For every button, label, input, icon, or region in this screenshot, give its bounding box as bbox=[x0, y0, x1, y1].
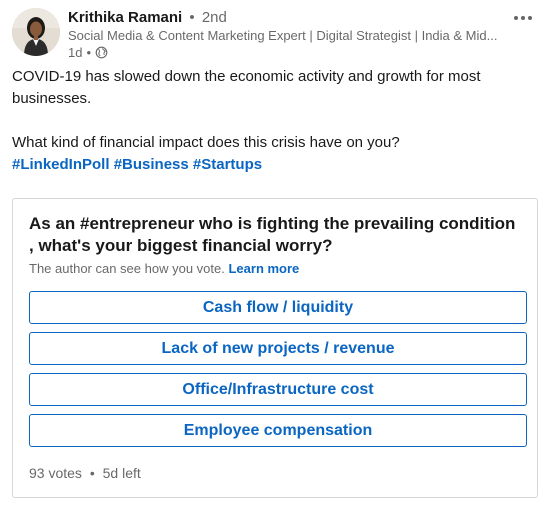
post-paragraph-2: What kind of financial impact does this … bbox=[12, 134, 400, 151]
post-header: Krithika Ramani • 2nd Social Media & Con… bbox=[12, 8, 538, 60]
learn-more-link[interactable]: Learn more bbox=[228, 261, 299, 276]
feed-post: Krithika Ramani • 2nd Social Media & Con… bbox=[0, 0, 550, 508]
hashtag-startups[interactable]: #Startups bbox=[193, 156, 262, 173]
poll-note-text: The author can see how you vote. bbox=[29, 261, 225, 276]
poll-option-cash-flow[interactable]: Cash flow / liquidity bbox=[29, 291, 527, 324]
ellipsis-dot-icon bbox=[521, 16, 525, 20]
post-paragraph-1: COVID-19 has slowed down the economic ac… bbox=[12, 68, 481, 107]
time-left: 5d left bbox=[102, 465, 141, 481]
poll-option-employee-compensation[interactable]: Employee compensation bbox=[29, 414, 527, 447]
poll-question: As an #entrepreneur who is fighting the … bbox=[29, 214, 516, 255]
author-name[interactable]: Krithika Ramani bbox=[68, 9, 182, 26]
post-text: COVID-19 has slowed down the economic ac… bbox=[12, 66, 532, 176]
poll-options: Cash flow / liquidity Lack of new projec… bbox=[29, 291, 527, 455]
meta-separator: • bbox=[86, 45, 92, 60]
poll-option-office-cost[interactable]: Office/Infrastructure cost bbox=[29, 373, 527, 406]
author-headline: Social Media & Content Marketing Expert … bbox=[68, 28, 498, 43]
poll-option-lack-of-projects[interactable]: Lack of new projects / revenue bbox=[29, 332, 527, 365]
name-separator: • bbox=[189, 9, 195, 26]
vote-count[interactable]: 93 votes bbox=[29, 465, 82, 481]
ellipsis-dot-icon bbox=[514, 16, 518, 20]
avatar[interactable] bbox=[12, 8, 60, 56]
hashtag-business[interactable]: #Business bbox=[114, 156, 189, 173]
hashtag-list: #LinkedInPoll #Business #Startups bbox=[12, 154, 532, 176]
footer-separator: • bbox=[89, 465, 95, 481]
ellipsis-dot-icon bbox=[528, 16, 532, 20]
avatar-image bbox=[12, 8, 60, 56]
author-line: Krithika Ramani • 2nd bbox=[68, 9, 227, 27]
hashtag-linkedinpoll[interactable]: #LinkedInPoll bbox=[12, 156, 110, 173]
more-options-button[interactable] bbox=[508, 8, 538, 28]
post-meta: 1d • bbox=[68, 44, 108, 61]
post-time: 1d bbox=[68, 45, 83, 60]
poll-card: As an #entrepreneur who is fighting the … bbox=[12, 198, 538, 498]
connection-degree: 2nd bbox=[201, 9, 227, 26]
globe-icon bbox=[95, 46, 108, 59]
poll-footer: 93 votes • 5d left bbox=[29, 464, 141, 482]
poll-privacy-note: The author can see how you vote. Learn m… bbox=[29, 260, 299, 277]
